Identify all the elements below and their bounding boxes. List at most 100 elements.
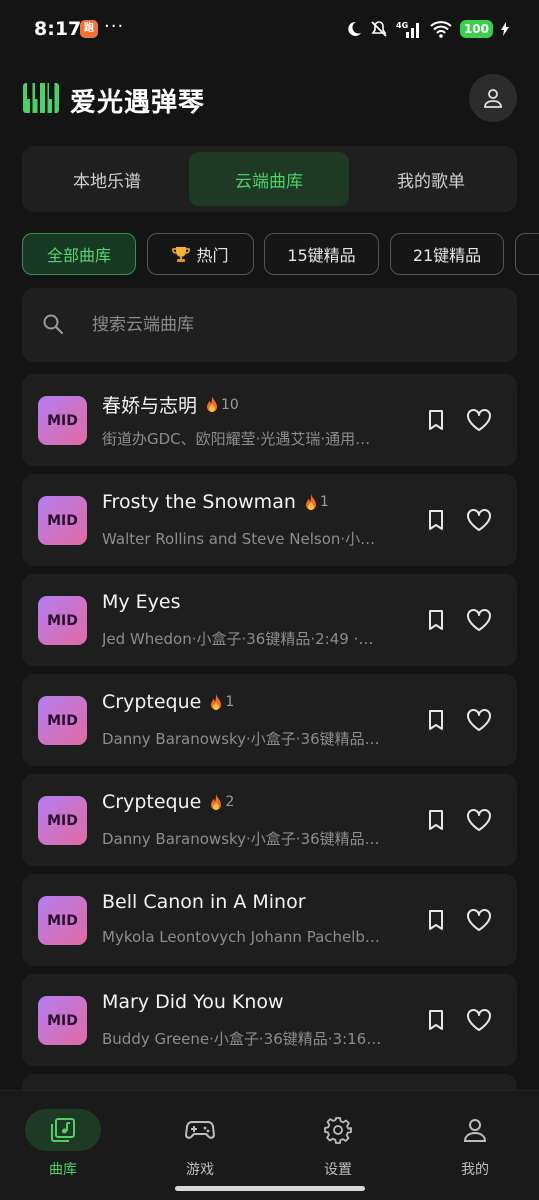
nav-label: 设置 [324, 1162, 352, 1178]
song-row[interactable]: MID Crypteque 2 Danny Baranowsky·小盒子·36键… [22, 774, 517, 866]
song-meta: Danny Baranowsky·小盒子·36键精品… [102, 830, 380, 848]
search-icon [43, 314, 64, 335]
song-meta: Walter Rollins and Steve Nelson·小… [102, 530, 376, 548]
chip-label: 15键精品 [287, 246, 356, 265]
tab-cloud-library[interactable]: 云端曲库 [189, 152, 349, 206]
mid-file-badge: MID [38, 596, 87, 645]
battery-indicator: 100 [459, 20, 493, 38]
heat-value: 1 [319, 494, 329, 510]
search-bar [22, 288, 517, 362]
flame-icon [207, 396, 218, 412]
song-row[interactable]: MID My Eyes Jed Whedon·小盒子·36键精品·2:49 ·… [22, 574, 517, 666]
status-bar: 8:17 跑 ··· 4G 100 [0, 0, 539, 60]
heat-value: 1 [225, 694, 235, 710]
more-notifications-icon: ··· [104, 16, 125, 37]
tab-my-playlists[interactable]: 我的歌单 [351, 152, 511, 206]
bookmark-icon[interactable] [424, 608, 448, 632]
heart-icon[interactable] [466, 1008, 492, 1032]
flame-icon [305, 493, 316, 510]
chip-label: 热门 [196, 246, 229, 265]
profile-button[interactable] [469, 74, 517, 122]
flame-icon [211, 693, 222, 710]
mid-file-badge: MID [38, 896, 87, 945]
bookmark-icon[interactable] [424, 508, 448, 532]
chip-label: 21键精品 [412, 246, 482, 265]
song-meta: Buddy Greene·小盒子·36键精品·3:16… [102, 1030, 382, 1048]
song-title: Mary Did You Know [102, 991, 284, 1013]
song-row-partial[interactable] [22, 1074, 517, 1090]
nav-profile[interactable]: 我的 [425, 1109, 525, 1179]
heart-icon[interactable] [466, 708, 492, 732]
app-header: 爱光遇弹琴 [0, 72, 539, 124]
chip-more[interactable] [515, 233, 539, 275]
person-icon [484, 89, 502, 108]
nav-label: 游戏 [186, 1162, 214, 1178]
bookmark-icon[interactable] [424, 1008, 448, 1032]
chip-all-library[interactable]: 全部曲库 [22, 233, 136, 275]
notification-app-icon: 跑 [80, 20, 98, 38]
gear-icon [324, 1117, 352, 1144]
chip-label: 全部曲库 [46, 246, 111, 265]
heat-count: 1 [209, 693, 235, 711]
mid-file-badge: MID [38, 696, 87, 745]
nav-label: 曲库 [49, 1162, 77, 1178]
chip-21-keys[interactable]: 21键精品 [390, 233, 504, 275]
source-tabs: 本地乐谱 云端曲库 我的歌单 [22, 146, 517, 212]
tab-local-scores[interactable]: 本地乐谱 [27, 152, 187, 206]
nav-games[interactable]: 游戏 [150, 1109, 250, 1179]
song-meta: Mykola Leontovych Johann Pachelb… [102, 928, 380, 946]
song-row[interactable]: MID Frosty the Snowman 1 Walter Rollins … [22, 474, 517, 566]
song-title: Crypteque [102, 691, 202, 713]
status-icons: 4G 100 [346, 20, 509, 38]
heart-icon[interactable] [466, 808, 492, 832]
bookmark-icon[interactable] [424, 908, 448, 932]
bookmark-icon[interactable] [424, 708, 448, 732]
chip-hot[interactable]: 热门 [147, 233, 254, 275]
song-meta: Danny Baranowsky·小盒子·36键精品… [102, 730, 380, 748]
song-row[interactable]: MID Crypteque 1 Danny Baranowsky·小盒子·36键… [22, 674, 517, 766]
song-row[interactable]: MID Mary Did You Know Buddy Greene·小盒子·3… [22, 974, 517, 1066]
person-icon [463, 1119, 487, 1142]
heart-icon[interactable] [466, 408, 492, 432]
heat-count: 1 [304, 493, 329, 511]
song-title: My Eyes [102, 591, 181, 613]
bookmark-icon[interactable] [424, 408, 448, 432]
song-title: Frosty the Snowman [102, 491, 296, 513]
heart-icon[interactable] [466, 908, 492, 932]
chip-15-keys[interactable]: 15键精品 [264, 233, 379, 275]
nav-label: 我的 [461, 1162, 489, 1178]
signal-icon: 4G [396, 21, 419, 38]
bottom-nav: 曲库 游戏 设置 我的 [0, 1090, 539, 1200]
status-time: 8:17 [34, 18, 82, 40]
song-title: 春娇与志明 [102, 395, 198, 417]
library-icon [51, 1118, 75, 1142]
song-title: Crypteque [102, 791, 202, 813]
network-type: 4G [396, 21, 408, 30]
heart-icon[interactable] [466, 608, 492, 632]
bookmark-icon[interactable] [424, 808, 448, 832]
nav-library[interactable]: 曲库 [13, 1109, 113, 1179]
mid-file-badge: MID [38, 396, 87, 445]
piano-logo-icon [23, 83, 59, 113]
mid-file-badge: MID [38, 496, 87, 545]
charging-icon [501, 22, 509, 36]
heat-count: 10 [205, 396, 239, 413]
song-title: Bell Canon in A Minor [102, 891, 306, 913]
search-input[interactable] [92, 310, 492, 340]
heat-count: 2 [209, 793, 235, 811]
mid-file-badge: MID [38, 996, 87, 1045]
home-indicator[interactable] [175, 1186, 365, 1191]
nav-settings[interactable]: 设置 [288, 1109, 388, 1179]
trophy-icon [172, 247, 191, 262]
filter-chips: 全部曲库 热门 15键精品 21键精品 [22, 233, 539, 277]
heart-icon[interactable] [466, 508, 492, 532]
wifi-icon [430, 21, 452, 38]
song-row[interactable]: MID 春娇与志明 10 街道办GDC、欧阳耀莹·光遇艾瑞·通用… [22, 374, 517, 466]
mute-icon [371, 21, 387, 37]
song-meta: 街道办GDC、欧阳耀莹·光遇艾瑞·通用… [102, 430, 371, 448]
song-row[interactable]: MID Bell Canon in A Minor Mykola Leontov… [22, 874, 517, 966]
heat-value: 2 [225, 794, 235, 810]
flame-icon [211, 793, 222, 810]
moon-icon [348, 21, 361, 36]
song-meta: Jed Whedon·小盒子·36键精品·2:49 ·… [102, 630, 374, 648]
